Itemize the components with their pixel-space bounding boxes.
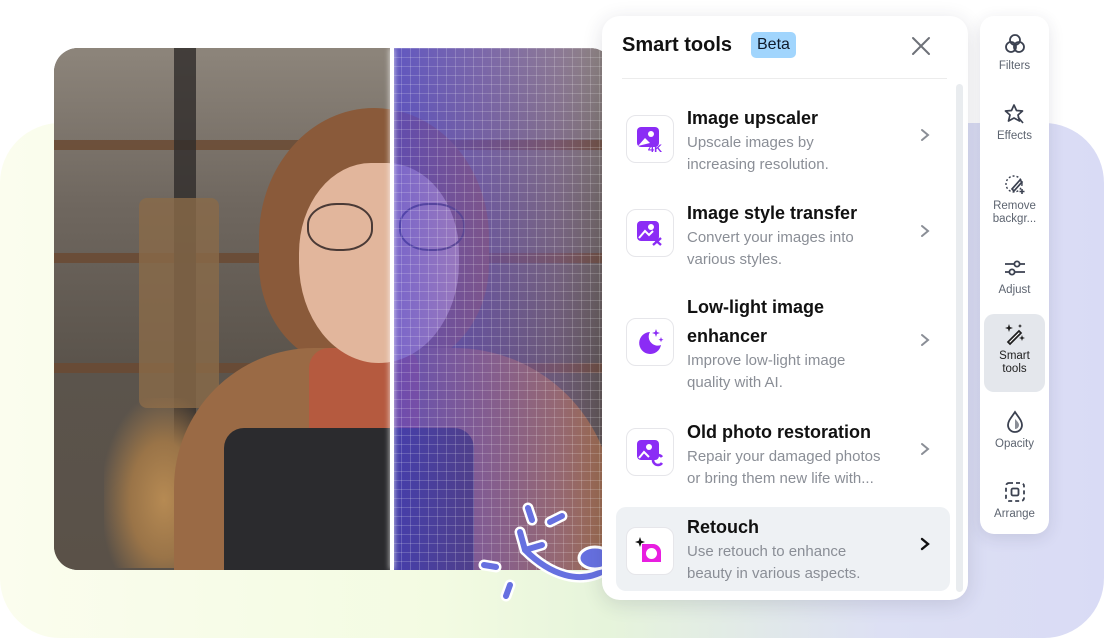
item-title-line1: Low-light image bbox=[687, 297, 824, 317]
smart-tools-panel: Smart tools Beta 4K Image upscaler Upsca… bbox=[602, 16, 968, 600]
toolbar-item-adjust[interactable]: Adjust bbox=[984, 248, 1045, 314]
toolbar-label-line2: backgr... bbox=[992, 213, 1037, 225]
toolbar-label: Filters bbox=[998, 60, 1031, 72]
toolbar-item-filters[interactable]: Filters bbox=[984, 24, 1045, 90]
chevron-right-icon bbox=[920, 537, 930, 551]
tool-item-retouch[interactable]: Retouch Use retouch to enhance beauty in… bbox=[616, 507, 950, 591]
item-title: Image style transfer bbox=[687, 203, 858, 223]
toolbar-item-effects[interactable]: Effects bbox=[984, 94, 1045, 160]
arrange-icon bbox=[1004, 482, 1025, 502]
filters-icon bbox=[1004, 34, 1025, 53]
item-desc-line2: beauty in various aspects. bbox=[687, 565, 861, 582]
chevron-right-icon bbox=[921, 129, 930, 141]
retouch-icon bbox=[626, 527, 674, 575]
item-desc-line1: Improve low-light image bbox=[687, 352, 846, 369]
comparison-divider[interactable] bbox=[390, 48, 394, 570]
toolbar-item-arrange[interactable]: Arrange bbox=[984, 472, 1045, 538]
item-desc-line1: Convert your images into bbox=[687, 229, 854, 246]
toolbar-label-line2: tools bbox=[1002, 363, 1027, 375]
panel-scrollbar[interactable] bbox=[956, 84, 963, 592]
header-divider bbox=[622, 78, 947, 79]
adjust-icon bbox=[1004, 260, 1025, 276]
tool-item-image-style-transfer[interactable]: Image style transfer Convert your images… bbox=[616, 196, 950, 286]
item-desc-line1: Repair your damaged photos bbox=[687, 448, 881, 465]
toolbar-item-opacity[interactable]: Opacity bbox=[984, 402, 1045, 468]
tool-item-old-photo-restoration[interactable]: Old photo restoration Repair your damage… bbox=[616, 416, 950, 504]
moon-stars-icon bbox=[626, 318, 674, 366]
panel-title: Smart tools bbox=[622, 34, 733, 56]
item-title-line2: enhancer bbox=[687, 326, 768, 346]
photo-restore-icon bbox=[626, 428, 674, 476]
close-icon[interactable] bbox=[908, 33, 934, 59]
magic-wand-icon bbox=[1004, 324, 1025, 346]
toolbar-label: Adjust bbox=[998, 284, 1031, 296]
item-desc-line2: increasing resolution. bbox=[687, 156, 829, 173]
item-title: Retouch bbox=[687, 517, 759, 537]
image-style-icon bbox=[626, 209, 674, 257]
toolbar-item-remove-background[interactable]: Remove backgr... bbox=[984, 164, 1045, 242]
item-desc-line2: or bring them new life with... bbox=[687, 470, 874, 487]
beta-badge: Beta bbox=[751, 32, 796, 58]
right-toolbar: Filters Effects Remove backgr... Adjust … bbox=[980, 16, 1049, 534]
toolbar-label-line1: Smart bbox=[999, 350, 1030, 362]
toolbar-label: Effects bbox=[997, 130, 1032, 142]
opacity-icon bbox=[1006, 410, 1023, 433]
item-desc-line1: Upscale images by bbox=[687, 134, 814, 151]
toolbar-item-smart-tools[interactable]: Smart tools bbox=[984, 314, 1045, 392]
item-title: Old photo restoration bbox=[687, 422, 871, 442]
item-title: Image upscaler bbox=[687, 108, 819, 128]
toolbar-label-line1: Remove bbox=[993, 200, 1036, 212]
item-desc-line2: various styles. bbox=[687, 251, 783, 268]
svg-text:4K: 4K bbox=[648, 143, 662, 154]
effects-icon bbox=[1004, 104, 1024, 124]
item-desc-line2: quality with AI. bbox=[687, 374, 783, 391]
remove-background-icon bbox=[1004, 175, 1024, 194]
chevron-right-icon bbox=[921, 443, 930, 455]
image-4k-icon: 4K bbox=[626, 115, 674, 163]
chevron-right-icon bbox=[921, 225, 930, 237]
panel-header: Smart tools Beta bbox=[602, 16, 968, 80]
chevron-right-icon bbox=[921, 334, 930, 346]
toolbar-label: Arrange bbox=[994, 508, 1035, 520]
item-desc-line1: Use retouch to enhance bbox=[687, 543, 847, 560]
tool-item-image-upscaler[interactable]: 4K Image upscaler Upscale images by incr… bbox=[616, 100, 950, 190]
toolbar-label: Opacity bbox=[995, 438, 1034, 450]
tool-item-low-light-enhancer[interactable]: Low-light image enhancer Improve low-lig… bbox=[616, 292, 950, 408]
